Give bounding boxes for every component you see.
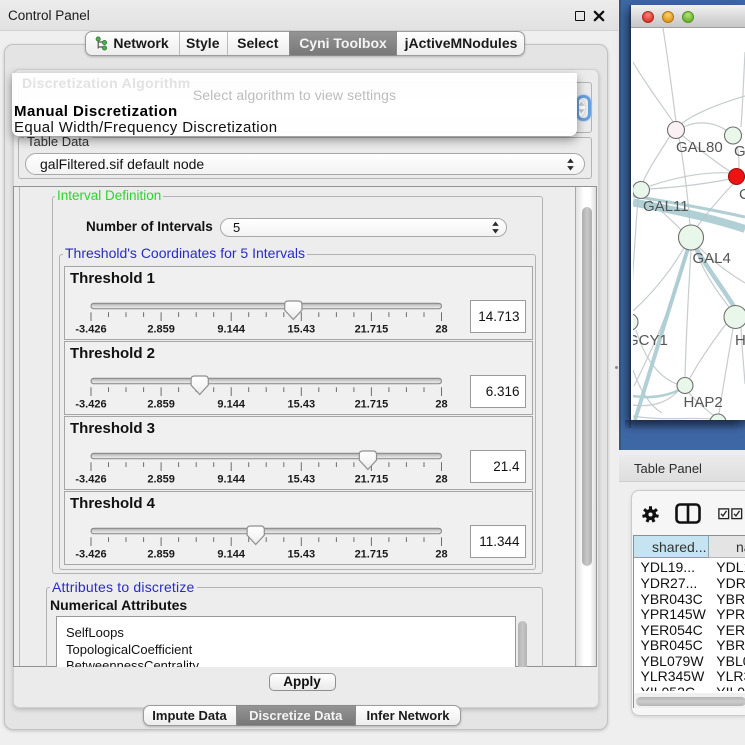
svg-text:28: 28 [435,324,447,336]
svg-text:GAL4: GAL4 [693,250,731,267]
svg-text:2.859: 2.859 [147,549,175,561]
svg-text:28: 28 [435,549,447,561]
svg-text:C: C [739,186,745,203]
svg-text:GAL80: GAL80 [676,139,723,156]
svg-text:-3.426: -3.426 [75,399,106,411]
svg-text:-3.426: -3.426 [75,324,106,336]
svg-text:15.43: 15.43 [288,324,316,336]
svg-text:9.144: 9.144 [217,324,245,336]
svg-text:21.715: 21.715 [355,474,389,486]
svg-text:2.859: 2.859 [147,474,175,486]
svg-text:15.43: 15.43 [288,474,316,486]
svg-text:GCY1: GCY1 [633,332,668,349]
svg-text:28: 28 [435,399,447,411]
svg-text:2.859: 2.859 [147,399,175,411]
svg-text:28: 28 [435,474,447,486]
svg-text:-3.426: -3.426 [75,549,106,561]
svg-text:15.43: 15.43 [288,399,316,411]
svg-text:21.715: 21.715 [355,324,389,336]
svg-text:-3.426: -3.426 [75,474,106,486]
svg-text:2.859: 2.859 [147,324,175,336]
svg-text:GAL11: GAL11 [643,198,689,215]
svg-text:9.144: 9.144 [217,474,245,486]
svg-text:21.715: 21.715 [355,399,389,411]
svg-text:H: H [735,332,745,349]
svg-text:HAP2: HAP2 [684,394,723,411]
svg-text:21.715: 21.715 [355,549,389,561]
svg-text:9.144: 9.144 [217,399,245,411]
svg-text:15.43: 15.43 [288,549,316,561]
svg-text:9.144: 9.144 [217,549,245,561]
svg-text:GA: GA [734,143,745,160]
